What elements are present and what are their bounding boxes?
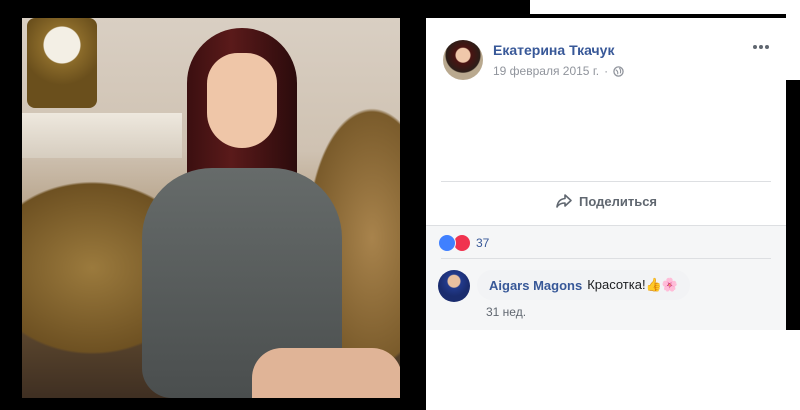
reactions-summary[interactable]: 37: [438, 234, 489, 252]
comment-time[interactable]: 31 нед.: [486, 305, 526, 319]
clock-decor: [27, 18, 97, 108]
page-background: [426, 330, 800, 410]
share-button[interactable]: Поделиться: [555, 190, 657, 212]
author-avatar[interactable]: [443, 40, 483, 80]
reactions-count[interactable]: 37: [476, 236, 489, 250]
divider: [441, 258, 771, 259]
like-reaction-icon: [438, 234, 456, 252]
top-page-strip: [530, 0, 800, 14]
mantel-decor: [22, 113, 182, 158]
post-meta: 19 февраля 2015 г. ·: [493, 64, 624, 78]
post-photo[interactable]: [22, 18, 400, 398]
photo-legs: [252, 348, 400, 398]
post-date[interactable]: 19 февраля 2015 г.: [493, 64, 599, 78]
divider: [441, 181, 771, 182]
share-label: Поделиться: [579, 193, 658, 209]
commenter-name[interactable]: Aigars Magons: [489, 278, 582, 293]
author-name[interactable]: Екатерина Ткачук: [493, 42, 614, 58]
right-page-strip: [786, 0, 800, 80]
comment-text: Красотка!👍🌸: [587, 277, 678, 292]
more-options-icon[interactable]: [752, 40, 770, 54]
globe-icon: [613, 65, 624, 77]
black-border: [400, 0, 426, 410]
share-icon: [556, 194, 572, 208]
commenter-avatar[interactable]: [438, 270, 470, 302]
photo-face: [207, 53, 277, 148]
comment-bubble: Aigars Magons Красотка!👍🌸: [477, 270, 690, 300]
